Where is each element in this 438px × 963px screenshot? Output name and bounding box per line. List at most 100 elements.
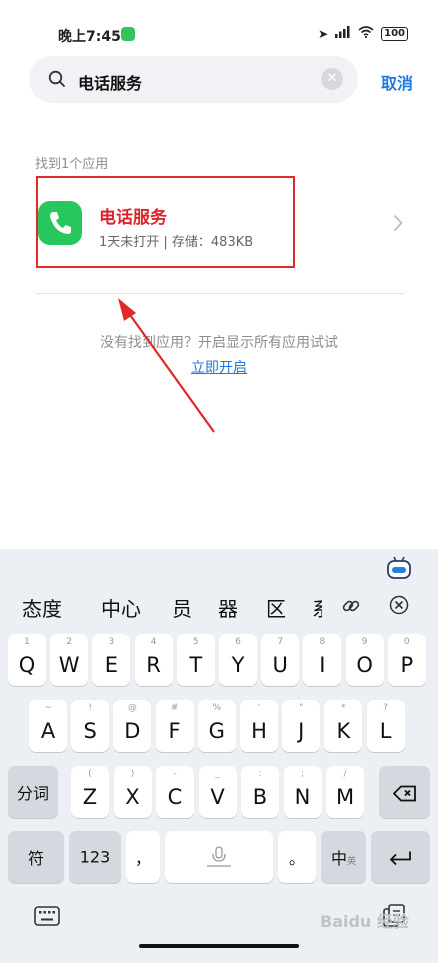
key-label: C xyxy=(167,785,183,809)
symbols-key[interactable]: 符 xyxy=(8,831,64,883)
backspace-icon xyxy=(379,783,430,802)
key-m[interactable]: / M xyxy=(326,766,364,818)
key-c[interactable]: -C xyxy=(156,766,194,818)
candidate-item[interactable]: 态度 xyxy=(22,593,62,622)
key-secondary-label: % xyxy=(212,703,222,713)
close-candidates-icon[interactable] xyxy=(389,595,409,619)
symbols-key-label: 符 xyxy=(27,849,44,868)
key-d[interactable]: @ D xyxy=(113,700,152,752)
key-secondary-label: ; xyxy=(300,769,305,779)
key-secondary-label: ! xyxy=(88,703,92,713)
key-label: U xyxy=(272,653,288,677)
watermark: Baidu 经验 xyxy=(320,912,409,931)
key-label: L xyxy=(379,719,392,743)
key-label: K xyxy=(336,719,351,743)
key-secondary-label: * xyxy=(341,703,346,713)
comma-key[interactable]: ， xyxy=(126,831,160,883)
key-a[interactable]: ~ A xyxy=(29,700,67,752)
key-secondary-label: _ xyxy=(215,769,220,779)
key-label: W xyxy=(58,653,80,677)
key-h[interactable]: ' H xyxy=(240,700,278,752)
segment-key[interactable]: 分词 xyxy=(8,766,58,818)
english-label: 英 xyxy=(347,857,357,867)
key-secondary-label: 4 xyxy=(150,637,157,647)
key-secondary-label: 8 xyxy=(319,637,326,647)
key-secondary-label: 2 xyxy=(66,637,73,647)
language-toggle-label: 中英 xyxy=(321,845,366,869)
key-label: G xyxy=(208,719,225,743)
key-label: A xyxy=(40,719,56,743)
backspace-key[interactable] xyxy=(379,766,430,818)
key-label: X xyxy=(125,785,140,809)
enter-key[interactable] xyxy=(371,831,430,883)
key-r[interactable]: 4R xyxy=(134,634,173,686)
key-label: R xyxy=(146,653,161,677)
key-b[interactable]: :B xyxy=(241,766,279,818)
candidate-item[interactable]: 中心 xyxy=(101,593,141,622)
key-e[interactable]: 3E xyxy=(92,634,131,686)
space-key[interactable] xyxy=(165,831,273,883)
candidate-item[interactable]: 区 xyxy=(266,593,286,622)
candidate-item[interactable]: 员 xyxy=(172,593,192,622)
key-x[interactable]: ) X xyxy=(113,766,152,818)
key-j[interactable]: " J xyxy=(282,700,321,752)
candidate-item[interactable]: 器 xyxy=(218,593,238,622)
key-secondary-label: # xyxy=(170,703,179,713)
key-secondary-label: ? xyxy=(383,703,388,713)
key-y[interactable]: 6Y xyxy=(219,634,257,686)
key-secondary-label: / xyxy=(343,769,347,779)
key-label: N xyxy=(294,785,311,809)
key-t[interactable]: 5T xyxy=(176,634,215,686)
key-u[interactable]: 7U xyxy=(261,634,300,686)
key-w[interactable]: 2W xyxy=(50,634,89,686)
key-label: Z xyxy=(82,785,98,809)
segment-key-label: 分词 xyxy=(16,784,49,803)
key-secondary-label: 1 xyxy=(24,637,30,647)
link-icon[interactable] xyxy=(341,596,361,620)
key-secondary-label: 9 xyxy=(361,637,368,647)
key-n[interactable]: ; N xyxy=(283,766,322,818)
key-secondary-label: - xyxy=(173,769,177,779)
key-secondary-label: ~ xyxy=(44,703,52,713)
key-label: Y xyxy=(231,653,245,677)
comma-key-label: ， xyxy=(134,849,151,868)
key-secondary-label: 0 xyxy=(403,637,410,647)
key-label: F xyxy=(168,719,181,743)
key-i[interactable]: 8I xyxy=(303,634,342,686)
key-label: H xyxy=(251,719,267,743)
key-label: D xyxy=(124,719,141,743)
key-label: M xyxy=(335,785,355,809)
period-key[interactable]: 。 xyxy=(278,831,316,883)
key-label: Q xyxy=(18,653,36,677)
key-secondary-label: 6 xyxy=(235,637,241,647)
ai-assistant-icon[interactable] xyxy=(385,555,413,585)
key-f[interactable]: # F xyxy=(155,700,194,752)
key-p[interactable]: 0P xyxy=(387,634,426,686)
key-secondary-label: ( xyxy=(88,769,92,779)
candidate-bar: 态度 中心 员 器 区 系 xyxy=(0,593,438,622)
key-s[interactable]: ! S xyxy=(71,700,110,752)
key-secondary-label: ) xyxy=(130,769,135,779)
key-label: B xyxy=(252,785,268,809)
language-toggle-key[interactable]: 中英 xyxy=(321,831,366,883)
key-o[interactable]: 9O xyxy=(345,634,384,686)
numbers-key[interactable]: 123 xyxy=(69,831,121,883)
key-secondary-label: " xyxy=(299,703,304,713)
key-k[interactable]: * K xyxy=(324,700,363,752)
key-label: E xyxy=(104,653,119,677)
key-secondary-label: 3 xyxy=(108,637,115,647)
key-q[interactable]: 1Q xyxy=(8,634,46,686)
period-key-label: 。 xyxy=(288,849,305,868)
key-label: I xyxy=(319,653,326,677)
key-v[interactable]: _ V xyxy=(198,766,237,818)
chinese-label: 中 xyxy=(330,849,347,868)
key-l[interactable]: ? L xyxy=(366,700,405,752)
keyboard-switch-icon[interactable] xyxy=(34,906,60,930)
enter-icon xyxy=(371,848,430,867)
key-z[interactable]: (Z xyxy=(71,766,109,818)
key-label: J xyxy=(298,719,305,743)
key-label: P xyxy=(400,653,414,677)
key-g[interactable]: % G xyxy=(197,700,236,752)
candidate-item[interactable]: 系 xyxy=(312,593,322,622)
home-indicator[interactable] xyxy=(139,944,299,948)
